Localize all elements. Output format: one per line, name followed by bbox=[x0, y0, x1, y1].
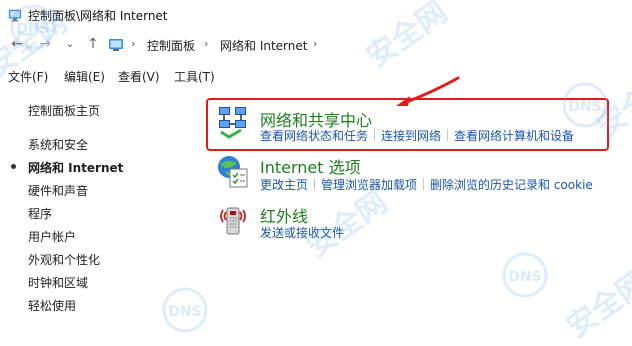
breadcrumb-separator: › bbox=[204, 37, 209, 50]
menu-file[interactable]: 文件(F) bbox=[8, 68, 48, 85]
dns-logo-icon: DNS bbox=[162, 287, 208, 333]
link-manage-addons[interactable]: 管理浏览器加载项 bbox=[321, 176, 417, 193]
link-divider bbox=[423, 178, 425, 190]
link-divider bbox=[314, 178, 316, 190]
category-links: 发送或接收文件 bbox=[260, 224, 344, 241]
watermark-text: 安全网 bbox=[560, 264, 632, 346]
sidebar-item-home[interactable]: 控制面板主页 bbox=[28, 102, 100, 119]
sidebar-item-hardware-sound[interactable]: 硬件和声音 bbox=[28, 182, 88, 199]
annotation-arrow-icon bbox=[396, 76, 460, 106]
sidebar-item-ease-of-access[interactable]: 轻松使用 bbox=[28, 297, 76, 314]
breadcrumb-control-panel[interactable]: 控制面板 bbox=[147, 37, 195, 54]
internet-options-icon bbox=[218, 156, 248, 188]
up-button[interactable]: ↑ bbox=[84, 35, 102, 53]
menu-view[interactable]: 查看(V) bbox=[118, 68, 160, 85]
control-panel-icon bbox=[8, 9, 22, 22]
window-title: 控制面板\网络和 Internet bbox=[28, 9, 168, 23]
sidebar-item-clock-region[interactable]: 时钟和区域 bbox=[28, 274, 88, 291]
recent-locations-dropdown[interactable]: ⌄ bbox=[61, 35, 79, 53]
breadcrumb-network-internet[interactable]: 网络和 Internet bbox=[220, 37, 307, 54]
dns-logo-text: DNS bbox=[168, 304, 201, 320]
sidebar-item-appearance[interactable]: 外观和个性化 bbox=[28, 251, 100, 268]
category-links: 更改主页 管理浏览器加载项 删除浏览的历史记录和 cookie bbox=[260, 176, 593, 193]
sidebar-item-system-security[interactable]: 系统和安全 bbox=[28, 136, 88, 153]
breadcrumb-separator: › bbox=[313, 37, 318, 50]
title-bar: 控制面板\网络和 Internet bbox=[0, 0, 632, 30]
menu-tools[interactable]: 工具(T) bbox=[174, 68, 215, 85]
menu-bar: 文件(F) 编辑(E) 查看(V) 工具(T) bbox=[0, 64, 632, 86]
sidebar-item-user-accounts[interactable]: 用户帐户 bbox=[28, 228, 76, 245]
back-button[interactable]: ← bbox=[8, 35, 26, 53]
sidebar-item-programs[interactable]: 程序 bbox=[28, 205, 52, 222]
navigation-bar: ← → ⌄ ↑ › 控制面板 › 网络和 Internet › bbox=[0, 33, 632, 57]
menu-edit[interactable]: 编辑(E) bbox=[64, 68, 105, 85]
link-send-receive-files[interactable]: 发送或接收文件 bbox=[260, 224, 344, 241]
breadcrumb-separator: › bbox=[131, 37, 136, 50]
link-change-homepage[interactable]: 更改主页 bbox=[260, 176, 308, 193]
forward-button[interactable]: → bbox=[36, 35, 54, 53]
sidebar-item-network-internet[interactable]: 网络和 Internet bbox=[28, 159, 123, 176]
infrared-icon bbox=[220, 207, 246, 235]
dns-logo-text: DNS bbox=[508, 269, 541, 285]
link-delete-history[interactable]: 删除浏览的历史记录和 cookie bbox=[430, 176, 593, 193]
category-title[interactable]: Internet 选项 bbox=[260, 154, 361, 178]
dns-logo-icon: DNS bbox=[502, 252, 548, 298]
current-item-bullet-icon bbox=[11, 164, 16, 169]
control-panel-icon bbox=[109, 39, 123, 51]
